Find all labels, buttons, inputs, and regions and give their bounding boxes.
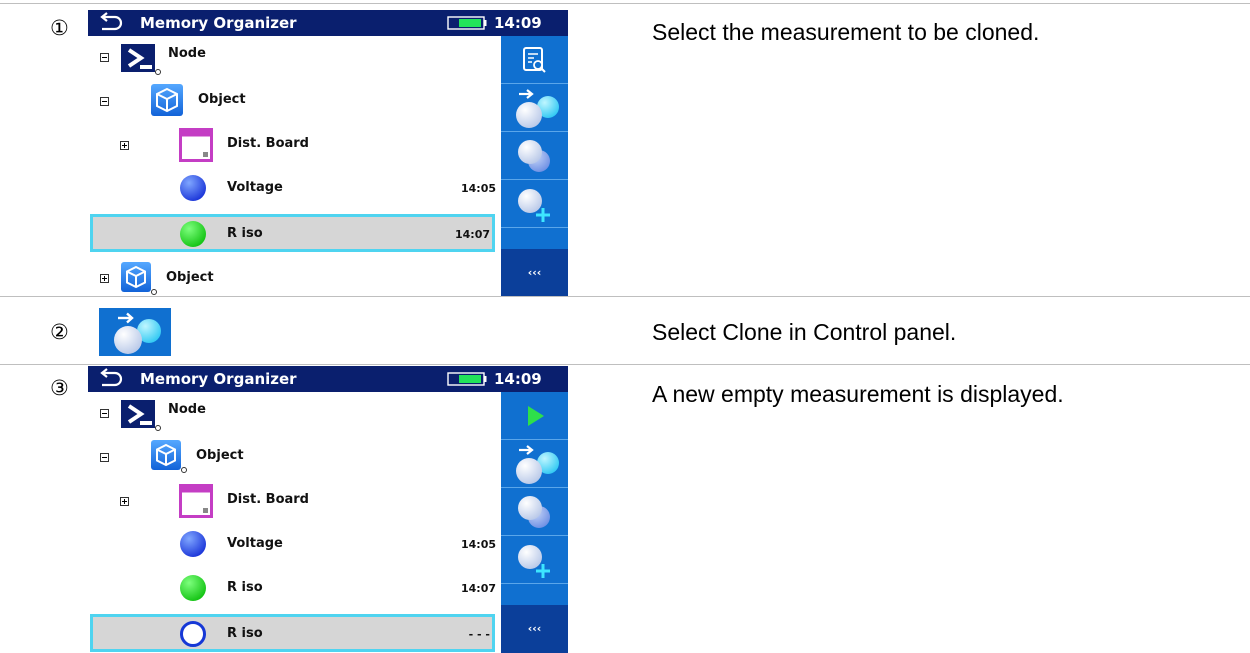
tree-item-r-iso-new[interactable]: R iso - - - <box>90 614 495 652</box>
node-icon <box>121 400 161 431</box>
row-divider <box>0 3 1250 4</box>
collapse-icon[interactable] <box>100 453 109 462</box>
object-icon <box>151 440 187 473</box>
clone-structure-icon <box>518 496 550 528</box>
step-description: Select the measurement to be cloned. <box>652 19 1040 45</box>
tree-item-object[interactable]: Object <box>88 258 501 296</box>
tree-item-label: Voltage <box>227 180 283 195</box>
tree-item-node[interactable]: Node <box>88 36 501 75</box>
memory-tree: Node Object Dist. Board Voltage 14:05 R … <box>88 392 501 653</box>
expand-icon[interactable] <box>120 141 129 150</box>
clock: 14:09 <box>494 14 542 32</box>
control-panel: ‹‹‹ <box>501 392 568 653</box>
measurement-time: 14:05 <box>460 182 496 195</box>
more-options-button[interactable]: ‹‹‹ <box>501 249 568 297</box>
more-options-button[interactable]: ‹‹‹ <box>501 605 568 653</box>
memory-tree: Node Object Dist. Board Voltage 14:05 R … <box>88 36 501 297</box>
tree-item-label: Dist. Board <box>227 136 309 151</box>
tree-item-label: R iso <box>227 226 263 241</box>
green-measurement-icon <box>180 575 206 601</box>
collapse-icon[interactable] <box>100 53 109 62</box>
measurement-time: - - - <box>468 628 490 641</box>
tree-item-label: Object <box>196 448 244 463</box>
screen-title: Memory Organizer <box>140 370 297 388</box>
control-panel: ‹‹‹ <box>501 36 568 297</box>
tree-item-label: Node <box>168 402 206 417</box>
device-screen: Memory Organizer 14:09 Node Object Dist.… <box>88 10 568 297</box>
object-icon <box>121 262 157 295</box>
clone-icon <box>516 445 559 484</box>
clone-structure-button[interactable] <box>501 132 568 180</box>
tree-item-label: Object <box>166 270 214 285</box>
step-description: A new empty measurement is displayed. <box>652 381 1064 407</box>
row-divider <box>0 296 1250 297</box>
step-description: Select Clone in Control panel. <box>652 319 957 345</box>
clone-structure-icon <box>518 140 550 172</box>
blue-measurement-icon <box>180 175 206 201</box>
tree-item-dist-board[interactable]: Dist. Board <box>88 124 501 162</box>
screen-title: Memory Organizer <box>140 14 297 32</box>
back-arrow-icon[interactable] <box>97 368 123 390</box>
dist-board-icon <box>179 128 213 162</box>
clone-button-illustration <box>99 308 171 356</box>
clone-button[interactable] <box>501 440 568 488</box>
node-icon <box>121 44 161 75</box>
dist-board-icon <box>179 484 213 518</box>
tree-item-label: Dist. Board <box>227 492 309 507</box>
step-number: ③ <box>50 376 69 400</box>
tree-item-label: Node <box>168 46 206 61</box>
clone-icon <box>516 89 559 128</box>
measurement-time: 14:07 <box>460 582 496 595</box>
clock: 14:09 <box>494 370 542 388</box>
clone-button[interactable] <box>501 84 568 132</box>
step-number: ① <box>50 16 69 40</box>
clone-structure-button[interactable] <box>501 488 568 536</box>
add-measurement-button[interactable] <box>501 180 568 228</box>
add-measurement-button[interactable] <box>501 536 568 584</box>
tree-item-label: R iso <box>227 580 263 595</box>
tree-item-node[interactable]: Node <box>88 392 501 431</box>
tree-item-label: R iso <box>227 626 263 641</box>
title-bar: Memory Organizer 14:09 <box>88 10 568 36</box>
device-screen: Memory Organizer 14:09 Node Object Dist.… <box>88 366 568 653</box>
add-measurement-icon <box>518 189 550 222</box>
measurement-time: 14:07 <box>454 228 490 241</box>
view-details-button[interactable] <box>501 36 568 84</box>
battery-icon <box>447 372 487 386</box>
measurement-time: 14:05 <box>460 538 496 551</box>
clone-icon <box>114 312 161 354</box>
collapse-icon[interactable] <box>100 409 109 418</box>
view-details-icon <box>523 47 546 73</box>
collapse-icon[interactable] <box>100 97 109 106</box>
tree-item-label: Object <box>198 92 246 107</box>
tree-item-voltage[interactable]: Voltage 14:05 <box>88 168 501 206</box>
empty-measurement-icon <box>180 621 206 647</box>
step-number: ② <box>50 320 69 344</box>
tree-item-r-iso-selected[interactable]: R iso 14:07 <box>90 214 495 252</box>
expand-icon[interactable] <box>120 497 129 506</box>
tree-item-object[interactable]: Object <box>88 80 501 118</box>
battery-icon <box>447 16 487 30</box>
expand-icon[interactable] <box>100 274 109 283</box>
start-icon <box>528 406 544 426</box>
tree-item-object[interactable]: Object <box>88 436 501 474</box>
back-arrow-icon[interactable] <box>97 12 123 34</box>
tree-item-r-iso[interactable]: R iso 14:07 <box>88 568 501 606</box>
blue-measurement-icon <box>180 531 206 557</box>
start-button[interactable] <box>501 392 568 440</box>
tree-item-label: Voltage <box>227 536 283 551</box>
object-icon <box>151 84 183 116</box>
tree-item-dist-board[interactable]: Dist. Board <box>88 480 501 518</box>
green-measurement-icon <box>180 221 206 247</box>
title-bar: Memory Organizer 14:09 <box>88 366 568 392</box>
tree-item-voltage[interactable]: Voltage 14:05 <box>88 524 501 562</box>
row-divider <box>0 364 1250 365</box>
add-measurement-icon <box>518 545 550 578</box>
